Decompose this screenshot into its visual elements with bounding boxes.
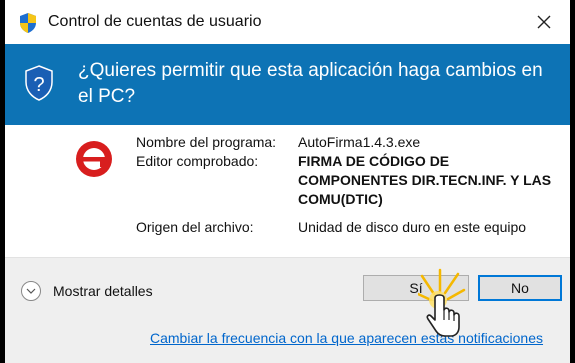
no-button[interactable]: No xyxy=(478,275,562,301)
yes-button[interactable]: Sí xyxy=(363,275,469,301)
question-shield-icon: ? xyxy=(25,65,53,101)
question-banner: ? ¿Quieres permitir que esta aplicación … xyxy=(5,44,570,125)
origin-label: Origen del archivo: xyxy=(136,219,254,235)
close-icon xyxy=(537,15,551,29)
program-name-value: AutoFirma1.4.3.exe xyxy=(298,134,421,150)
close-button[interactable] xyxy=(528,6,560,38)
autofirma-logo xyxy=(76,141,112,177)
window-title: Control de cuentas de usuario xyxy=(48,13,262,30)
title-bar: Control de cuentas de usuario xyxy=(5,0,570,44)
show-details-toggle[interactable]: Mostrar detalles xyxy=(21,281,153,301)
chevron-down-icon xyxy=(21,281,41,301)
publisher-label: Editor comprobado: xyxy=(136,153,259,169)
program-name-label: Nombre del programa: xyxy=(136,134,277,150)
banner-question: ¿Quieres permitir que esta aplicación ha… xyxy=(78,60,543,107)
program-details: Nombre del programa: AutoFirma1.4.3.exe … xyxy=(5,125,570,257)
publisher-value: FIRMA DE CÓDIGO DE COMPONENTES DIR.TECN.… xyxy=(298,153,552,207)
svg-text:?: ? xyxy=(33,74,44,96)
uac-shield-icon xyxy=(20,13,36,33)
notification-settings-link[interactable]: Cambiar la frecuencia con la que aparece… xyxy=(150,330,543,346)
dialog-footer: Mostrar detalles Sí No Cambiar la frecue… xyxy=(5,257,570,363)
show-details-label: Mostrar detalles xyxy=(53,283,153,299)
details-table: Nombre del programa: AutoFirma1.4.3.exe … xyxy=(136,133,558,237)
origin-value: Unidad de disco duro en este equipo xyxy=(298,219,527,235)
